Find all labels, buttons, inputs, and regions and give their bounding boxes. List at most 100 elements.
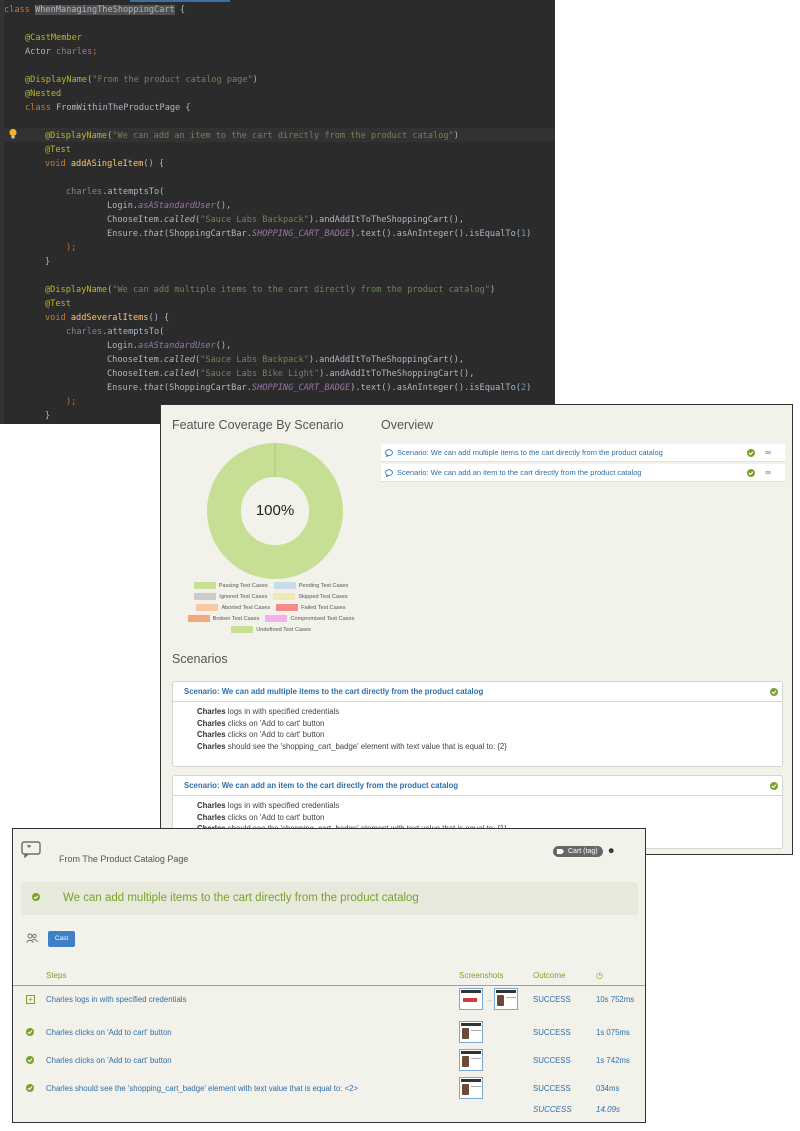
overview-title: Overview [381,418,434,432]
legend-label: Skipped Test Cases [298,593,348,600]
screenshot-thumbnail[interactable] [459,1077,483,1099]
step-duration: 034ms [596,1084,620,1093]
link-icon[interactable]: ∞ [765,464,771,482]
legend-label: Passing Test Cases [218,582,268,589]
code-line: ); [66,241,76,255]
linux-icon: ☻ [607,846,616,855]
step-outcome: SUCCESS [533,995,571,1004]
screenshot-thumbnail[interactable] [459,1049,483,1071]
scenario-title-text: Scenario: We can add multiple items to t… [184,687,484,696]
legend-swatch [276,604,299,611]
code-token: @DisplayName [45,131,108,141]
code-token: asAStandardUser [138,341,216,351]
step-description: Charles clicks on 'Add to cart' button [46,1056,172,1065]
thumbnail-text [471,1058,481,1059]
code-token: "Sauce Labs Bike Light" [200,369,320,379]
code-line: void addASingleItem() { [45,157,164,171]
thumbnail-header [461,1079,481,1082]
tag-label: Cart (tag) [568,848,598,855]
expand-step-icon[interactable]: + [26,995,35,1004]
scenario-card-title[interactable]: Scenario: We can add an item to the cart… [173,776,782,796]
duration-clock-icon: ◷ [596,971,603,980]
total-outcome: SUCCESS [533,1105,572,1114]
legend-swatch [273,593,296,600]
code-token: that [143,383,164,393]
code-token: ) [526,229,532,239]
step-actor: Charles [197,812,226,822]
success-check-icon [26,1084,34,1092]
lightbulb-icon[interactable] [8,128,18,140]
step-row[interactable]: Charles clicks on 'Add to cart' button SU… [13,1047,645,1075]
thumbnail-header [496,990,516,993]
thumbnail-header [461,1051,481,1054]
cart-tag-badge[interactable]: Cart (tag) [553,846,603,857]
legend-swatch [231,626,254,633]
step-description: Charles logs in with specified credentia… [46,995,187,1004]
code-token: @DisplayName [25,75,88,85]
step-row[interactable]: Charles clicks on 'Add to cart' button SU… [13,1019,645,1047]
code-token: (ShoppingCartBar. [163,229,252,239]
legend-swatch [273,582,296,589]
overview-scenario-link[interactable]: Scenario: We can add an item to the cart… [381,464,785,482]
legend-swatch [193,582,216,589]
cast-button[interactable]: Cast [48,931,75,947]
step-outcome: SUCCESS [533,1084,571,1093]
code-token: charles [56,47,93,57]
report-overview-panel: Feature Coverage By Scenario Overview 10… [160,404,793,855]
step-actor: Charles [197,718,226,728]
step-row[interactable]: Charles should see the 'shopping_cart_ba… [13,1075,645,1103]
code-line: @DisplayName("We can add an item to the … [45,129,459,143]
legend-item: Aborted Test Cases [196,604,270,611]
screenshot-thumbnail[interactable] [459,1021,483,1043]
code-token: "Sauce Labs Backpack" [200,355,309,365]
step-text: clicks on 'Add to cart' button [225,718,325,728]
code-token: ).andAddItToTheShoppingCart(), [308,215,465,225]
code-token: @Test [45,145,71,155]
code-editor[interactable]: class WhenManagingTheShoppingCart {@Cast… [0,0,555,424]
screenshot-thumbnail[interactable] [459,988,483,1010]
story-title: From The Product Catalog Page [59,854,189,864]
code-token: called [163,215,195,225]
step-duration: 10s 752ms [596,995,635,1004]
legend-item: Pending Test Cases [273,582,348,589]
code-token: charles [66,187,103,197]
code-token: ).andAddItToTheShoppingCart(), [319,369,475,379]
outcome-header: Outcome [533,971,566,980]
code-token: "We can add multiple items to the cart d… [112,285,490,295]
code-line: class FromWithinTheProductPage { [25,101,191,115]
step-outcome: SUCCESS [533,1028,571,1037]
code-token: } [45,257,51,267]
comment-icon [385,469,393,477]
code-token: void [45,313,71,323]
code-token: Ensure. [107,229,144,239]
success-check-icon [770,688,778,696]
step-text: logs in with specified credentials [225,801,340,810]
people-icon [26,933,38,943]
step-row[interactable]: + Charles logs in with specified credenti… [13,986,645,1014]
code-line: Login.asAStandardUser(), [107,199,231,213]
code-line: @Nested [25,87,61,101]
code-token: @Test [45,299,71,309]
scenario-card-title[interactable]: Scenario: We can add multiple items to t… [173,682,782,702]
code-line: charles.attemptsTo( [66,185,164,199]
code-line: ChooseItem.called("Sauce Labs Backpack")… [107,213,464,227]
link-icon[interactable]: ∞ [765,444,771,462]
thumbnail-product-image [497,995,504,1006]
overview-scenario-link[interactable]: Scenario: We can add multiple items to t… [381,444,785,462]
code-line: charles.attemptsTo( [66,325,164,339]
legend-item: Ignored Test Cases [194,593,267,600]
thumbnail-product-image [462,1084,469,1095]
code-token: Login. [107,341,139,351]
legend-item: Compromised Test Cases [265,615,354,622]
scenario-detail-panel: ❞ From The Product Catalog Page Cart (ta… [12,828,646,1123]
code-token: ; [92,47,98,57]
coverage-legend: Passing Test Cases Pending Test Cases Igno… [171,580,371,635]
code-token: .attemptsTo( [102,187,165,197]
scenario-result-bar: We can add multiple items to the cart di… [21,882,638,915]
code-token: ).andAddItToTheShoppingCart(), [308,355,465,365]
legend-row: Passing Test Cases Pending Test Cases [171,580,371,591]
code-line: void addSeveralItems() { [45,311,169,325]
code-token: asAStandardUser [138,201,216,211]
screenshot-thumbnail[interactable] [494,988,518,1010]
scenario-step: Charles logs in with specified credentia… [197,706,782,718]
